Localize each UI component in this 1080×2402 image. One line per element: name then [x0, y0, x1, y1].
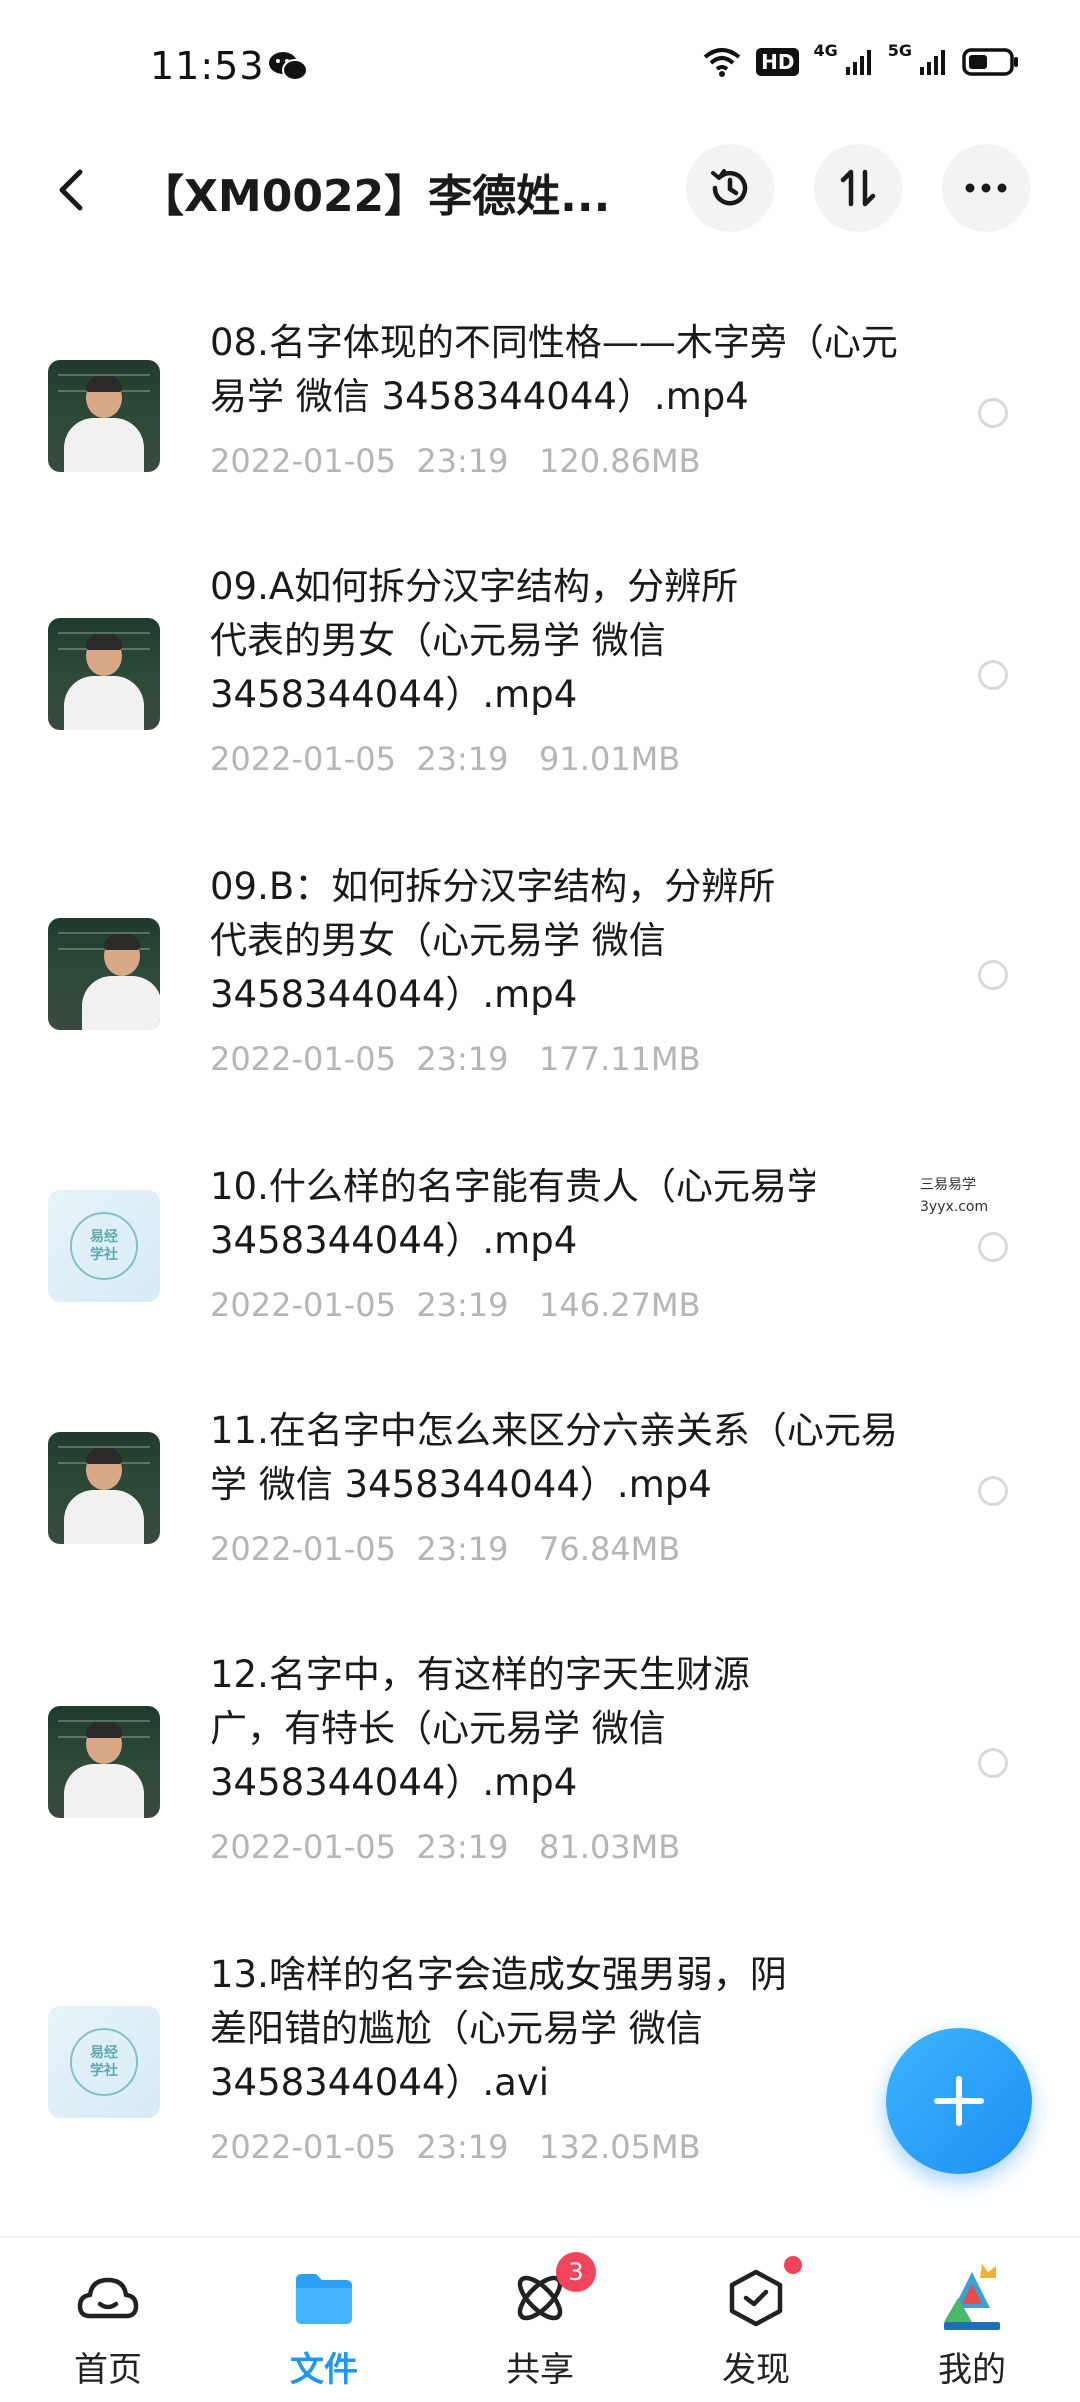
nav-label: 首页	[74, 2350, 142, 2390]
sort-icon	[840, 169, 876, 207]
logo-thumbnail: 易经 学社	[48, 2006, 160, 2118]
file-size: 120.86MB	[539, 442, 701, 480]
select-radio[interactable]	[978, 960, 1008, 990]
file-item[interactable]: 09.A如何拆分汉字结构，分辨所代表的男女（心元易学 微信 3458344044…	[0, 560, 1080, 820]
header: 【XM0022】李德姓...	[0, 130, 1080, 250]
file-name: 08.名字体现的不同性格——木字旁（心元易学 微信 3458344044）.mp…	[210, 321, 898, 418]
discover-cube-icon	[724, 2266, 788, 2330]
signal-4g-icon	[845, 50, 871, 75]
file-date: 2022-01-05 23:19	[210, 2128, 509, 2166]
file-name: 12.名字中，有这样的字天生财源广，有特长（心元易学 微信 3458344044…	[210, 1653, 750, 1804]
signal-5g-icon	[920, 50, 945, 75]
file-item[interactable]: 11.在名字中怎么来区分六亲关系（心元易学 微信 3458344044）.mp4…	[0, 1404, 1080, 1624]
video-thumbnail	[48, 618, 160, 730]
hd-badge: HD	[756, 48, 800, 76]
wifi-icon	[703, 48, 741, 77]
file-date: 2022-01-05 23:19	[210, 442, 509, 480]
wechat-icon	[269, 52, 308, 81]
select-radio[interactable]	[978, 1476, 1008, 1506]
nav-label: 文件	[290, 2350, 358, 2390]
file-size: 177.11MB	[539, 1040, 701, 1078]
watermark: 三易易学 3yyx.com	[920, 1177, 989, 1215]
file-size: 76.84MB	[539, 1530, 681, 1568]
select-radio[interactable]	[978, 1232, 1008, 1262]
select-radio[interactable]	[978, 398, 1008, 428]
video-thumbnail	[48, 360, 160, 472]
file-size: 132.05MB	[539, 2128, 701, 2166]
file-size: 81.03MB	[539, 1828, 681, 1866]
nav-label: 发现	[722, 2350, 790, 2390]
more-icon	[965, 183, 1007, 193]
file-name: 09.B：如何拆分汉字结构，分辨所代表的男女（心元易学 微信 345834404…	[210, 865, 776, 1016]
net-5g-label: 5G	[887, 40, 912, 60]
folder-icon	[292, 2266, 356, 2330]
file-date: 2022-01-05 23:19	[210, 1286, 509, 1324]
avatar-icon	[936, 2258, 1008, 2334]
nav-item-home[interactable]: 首页	[0, 2238, 216, 2402]
page-title: 【XM0022】李德姓...	[140, 171, 611, 222]
sort-button[interactable]	[814, 144, 902, 232]
file-meta: 2022-01-05 23:19 91.01MB	[210, 740, 680, 778]
notification-dot	[784, 2256, 802, 2274]
battery-icon	[962, 48, 1018, 76]
file-name: 13.啥样的名字会造成女强男弱，阴差阳错的尴尬（心元易学 微信 34583440…	[210, 1953, 787, 2104]
file-date: 2022-01-05 23:19	[210, 1828, 509, 1866]
video-thumbnail	[48, 1706, 160, 1818]
nav-item-discover[interactable]: 发现	[648, 2238, 864, 2402]
file-meta: 2022-01-05 23:19 120.86MB	[210, 442, 701, 480]
video-thumbnail	[48, 918, 160, 1030]
back-icon	[59, 169, 83, 211]
file-date: 2022-01-05 23:19	[210, 1530, 509, 1568]
file-meta: 2022-01-05 23:19 76.84MB	[210, 1530, 680, 1568]
file-meta: 2022-01-05 23:19 177.11MB	[210, 1040, 701, 1078]
net-4g-label: 4G	[813, 40, 838, 60]
nav-label: 共享	[506, 2350, 574, 2390]
back-button[interactable]	[40, 158, 104, 222]
file-date: 2022-01-05 23:19	[210, 1040, 509, 1078]
nav-label: 我的	[938, 2350, 1006, 2390]
bottom-nav: 首页 文件 3 共享 发现 我的	[0, 2236, 1080, 2402]
history-icon	[711, 169, 748, 206]
file-meta: 2022-01-05 23:19 81.03MB	[210, 1828, 680, 1866]
file-item[interactable]: 12.名字中，有这样的字天生财源广，有特长（心元易学 微信 3458344044…	[0, 1648, 1080, 1908]
home-cloud-icon	[76, 2266, 140, 2330]
plus-icon	[934, 2076, 984, 2126]
nav-item-files[interactable]: 文件	[216, 2238, 432, 2402]
more-button[interactable]	[942, 144, 1030, 232]
history-button[interactable]	[686, 144, 774, 232]
file-name: 11.在名字中怎么来区分六亲关系（心元易学 微信 3458344044）.mp4	[210, 1409, 898, 1506]
file-size: 146.27MB	[539, 1286, 701, 1324]
video-thumbnail	[48, 1432, 160, 1544]
nav-item-mine[interactable]: 我的	[864, 2238, 1080, 2402]
status-bar: 11:53 HD 4G 5G	[0, 0, 1080, 130]
file-meta: 2022-01-05 23:19 132.05MB	[210, 2128, 701, 2166]
logo-thumbnail: 易经 学社	[48, 1190, 160, 1302]
logo-mark: 易经 学社	[70, 2028, 138, 2096]
select-radio[interactable]	[978, 660, 1008, 690]
logo-mark: 易经 学社	[70, 1212, 138, 1280]
add-fab-button[interactable]	[886, 2028, 1032, 2174]
file-item[interactable]: 09.B：如何拆分汉字结构，分辨所代表的男女（心元易学 微信 345834404…	[0, 860, 1080, 1120]
share-badge: 3	[556, 2252, 596, 2292]
select-radio[interactable]	[978, 1748, 1008, 1778]
file-date: 2022-01-05 23:19	[210, 740, 509, 778]
file-size: 91.01MB	[539, 740, 681, 778]
file-meta: 2022-01-05 23:19 146.27MB	[210, 1286, 701, 1324]
file-item[interactable]: 08.名字体现的不同性格——木字旁（心元易学 微信 3458344044）.mp…	[0, 316, 1080, 536]
status-time: 11:53	[150, 44, 265, 88]
nav-item-share[interactable]: 3 共享	[432, 2238, 648, 2402]
file-name: 09.A如何拆分汉字结构，分辨所代表的男女（心元易学 微信 3458344044…	[210, 565, 739, 716]
watermark-mask	[815, 1160, 920, 1220]
status-icons: HD 4G 5G	[702, 41, 1020, 78]
